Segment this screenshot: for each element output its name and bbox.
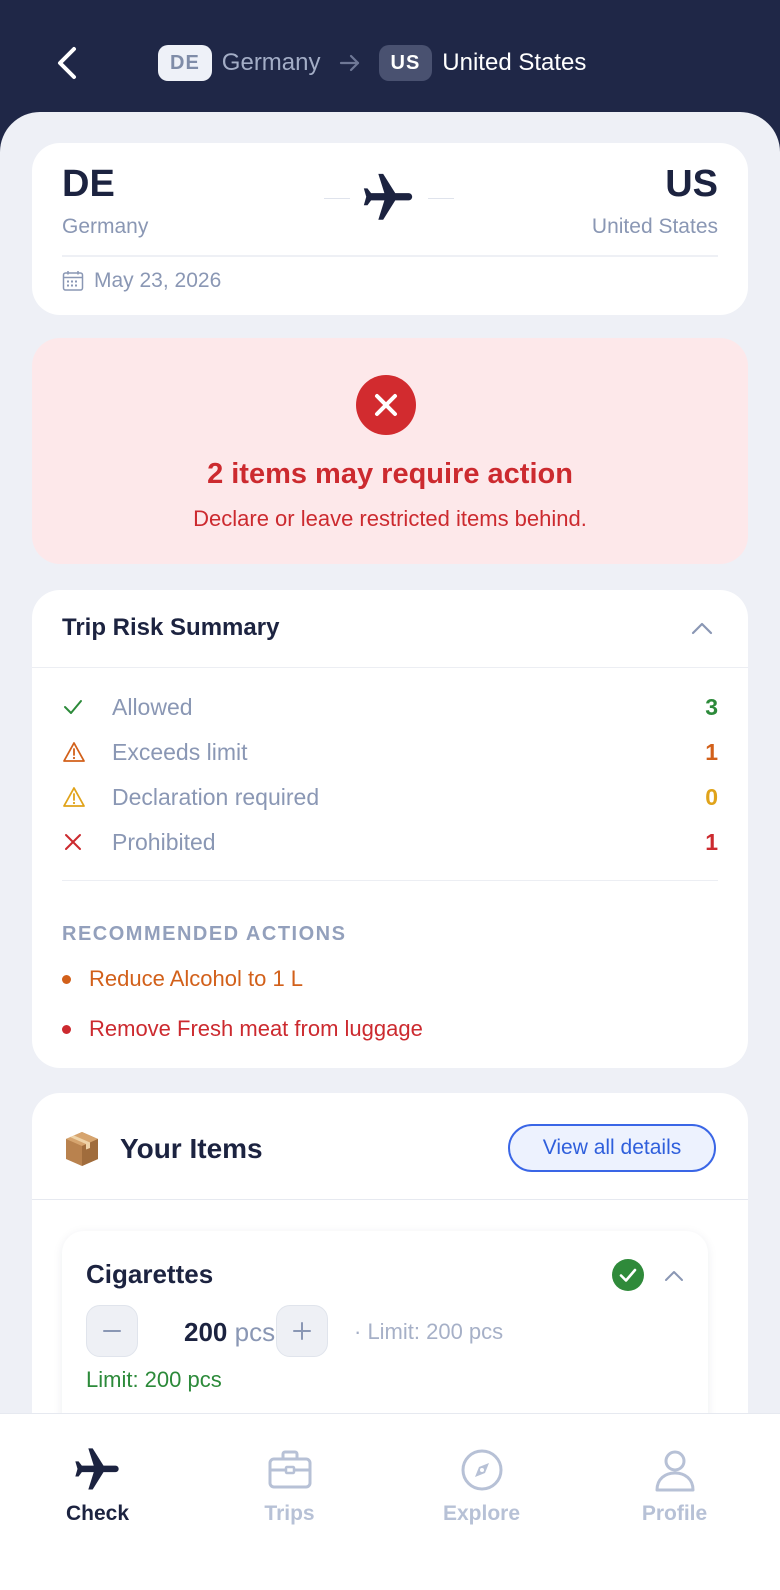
- tab-label: Explore: [442, 1502, 521, 1525]
- bullet-dot: [62, 1024, 71, 1034]
- quantity-unit: pcs: [234, 1317, 276, 1347]
- minus-icon: [103, 1330, 121, 1332]
- trip-date-text: May 23, 2026: [94, 269, 222, 292]
- warning-icon: [62, 740, 96, 764]
- origin-code-badge: DE: [158, 45, 212, 81]
- plane-icon: [363, 173, 413, 220]
- tab-trips[interactable]: Trips: [192, 1414, 387, 1544]
- recommended-actions-heading: RECOMMENDED ACTIONS: [62, 923, 347, 945]
- view-all-details-button[interactable]: View all details: [508, 1124, 716, 1172]
- briefcase-icon: [268, 1450, 312, 1489]
- alert-title: 2 items may require action: [207, 458, 573, 490]
- origin-country-name: Germany: [221, 49, 321, 76]
- alert-subtitle: Declare or leave restricted items behind…: [193, 506, 587, 531]
- risk-row-prohibited: Prohibited 1: [62, 826, 718, 858]
- warning-icon: [62, 785, 96, 809]
- risk-count: 0: [705, 783, 718, 810]
- divider: [32, 1199, 748, 1200]
- limit-inline-text: · Limit: 200 pcs: [354, 1319, 504, 1344]
- tab-check[interactable]: Check: [0, 1414, 195, 1544]
- action-alert: 2 items may require action Declare or le…: [32, 338, 748, 564]
- recommended-action-text: Remove Fresh meat from luggage: [89, 1016, 423, 1041]
- increment-button[interactable]: [276, 1305, 328, 1357]
- back-arrow-icon[interactable]: [52, 44, 82, 82]
- plus-icon: [293, 1322, 311, 1340]
- destination-code: US: [665, 163, 718, 205]
- recommended-action-text: Reduce Alcohol to 1 L: [89, 966, 304, 991]
- check-icon: [62, 695, 96, 719]
- risk-label: Exceeds limit: [112, 738, 248, 765]
- arrow-right-icon: [339, 54, 359, 72]
- recommended-action-item: Remove Fresh meat from luggage: [62, 1016, 423, 1042]
- allowed-check-icon: [612, 1259, 644, 1291]
- quantity-display: 200 pcs: [184, 1317, 275, 1348]
- limit-status-text: Limit: 200 pcs: [86, 1367, 222, 1392]
- tab-label: Profile: [641, 1502, 708, 1525]
- destination-name: United States: [591, 215, 718, 238]
- bullet-dot: [62, 974, 71, 984]
- tab-label: Trips: [264, 1502, 315, 1525]
- chevron-up-icon[interactable]: [664, 1269, 684, 1282]
- bottom-tab-bar: Check Trips Explore Profile: [0, 1413, 780, 1590]
- origin-name: Germany: [62, 215, 149, 238]
- risk-label: Allowed: [112, 693, 193, 720]
- risk-row-declaration-required: Declaration required 0: [62, 781, 718, 813]
- top-bar: DE Germany US United States: [0, 0, 780, 130]
- recommended-action-item: Reduce Alcohol to 1 L: [62, 966, 303, 992]
- tab-label: Check: [65, 1502, 130, 1525]
- risk-label: Prohibited: [112, 828, 216, 855]
- plane-icon: [75, 1448, 119, 1490]
- package-icon: [66, 1132, 98, 1166]
- error-icon: [356, 375, 416, 435]
- destination-country-name: United States: [442, 49, 587, 76]
- trip-date: May 23, 2026: [62, 269, 221, 293]
- chevron-up-icon[interactable]: [690, 620, 714, 636]
- trip-card: DE Germany US United States May 23, 2026: [32, 143, 748, 315]
- item-name: Cigarettes: [86, 1259, 214, 1289]
- decrement-button[interactable]: [86, 1305, 138, 1357]
- compass-icon: [461, 1449, 503, 1491]
- risk-row-allowed: Allowed 3: [62, 691, 718, 723]
- person-icon: [655, 1450, 695, 1492]
- risk-label: Declaration required: [112, 783, 320, 810]
- destination-code-badge: US: [378, 45, 433, 81]
- route-breadcrumb: DE Germany US United States: [158, 44, 586, 82]
- risk-summary-title: Trip Risk Summary: [62, 614, 280, 641]
- calendar-icon: [62, 271, 84, 291]
- risk-count: 1: [705, 738, 718, 765]
- origin-code: DE: [62, 163, 115, 205]
- risk-row-exceeds-limit: Exceeds limit 1: [62, 736, 718, 768]
- tab-explore[interactable]: Explore: [384, 1414, 579, 1544]
- risk-count: 3: [705, 693, 718, 720]
- trip-risk-summary: Trip Risk Summary Allowed 3 Exceeds limi…: [32, 590, 748, 1068]
- quantity-value: 200: [184, 1317, 228, 1347]
- divider: [62, 255, 718, 257]
- your-items-title: Your Items: [120, 1133, 263, 1164]
- tab-profile[interactable]: Profile: [577, 1414, 772, 1544]
- flight-indicator: [324, 173, 454, 223]
- divider: [62, 880, 718, 881]
- divider: [32, 667, 748, 668]
- risk-count: 1: [705, 828, 718, 855]
- x-icon: [62, 830, 96, 854]
